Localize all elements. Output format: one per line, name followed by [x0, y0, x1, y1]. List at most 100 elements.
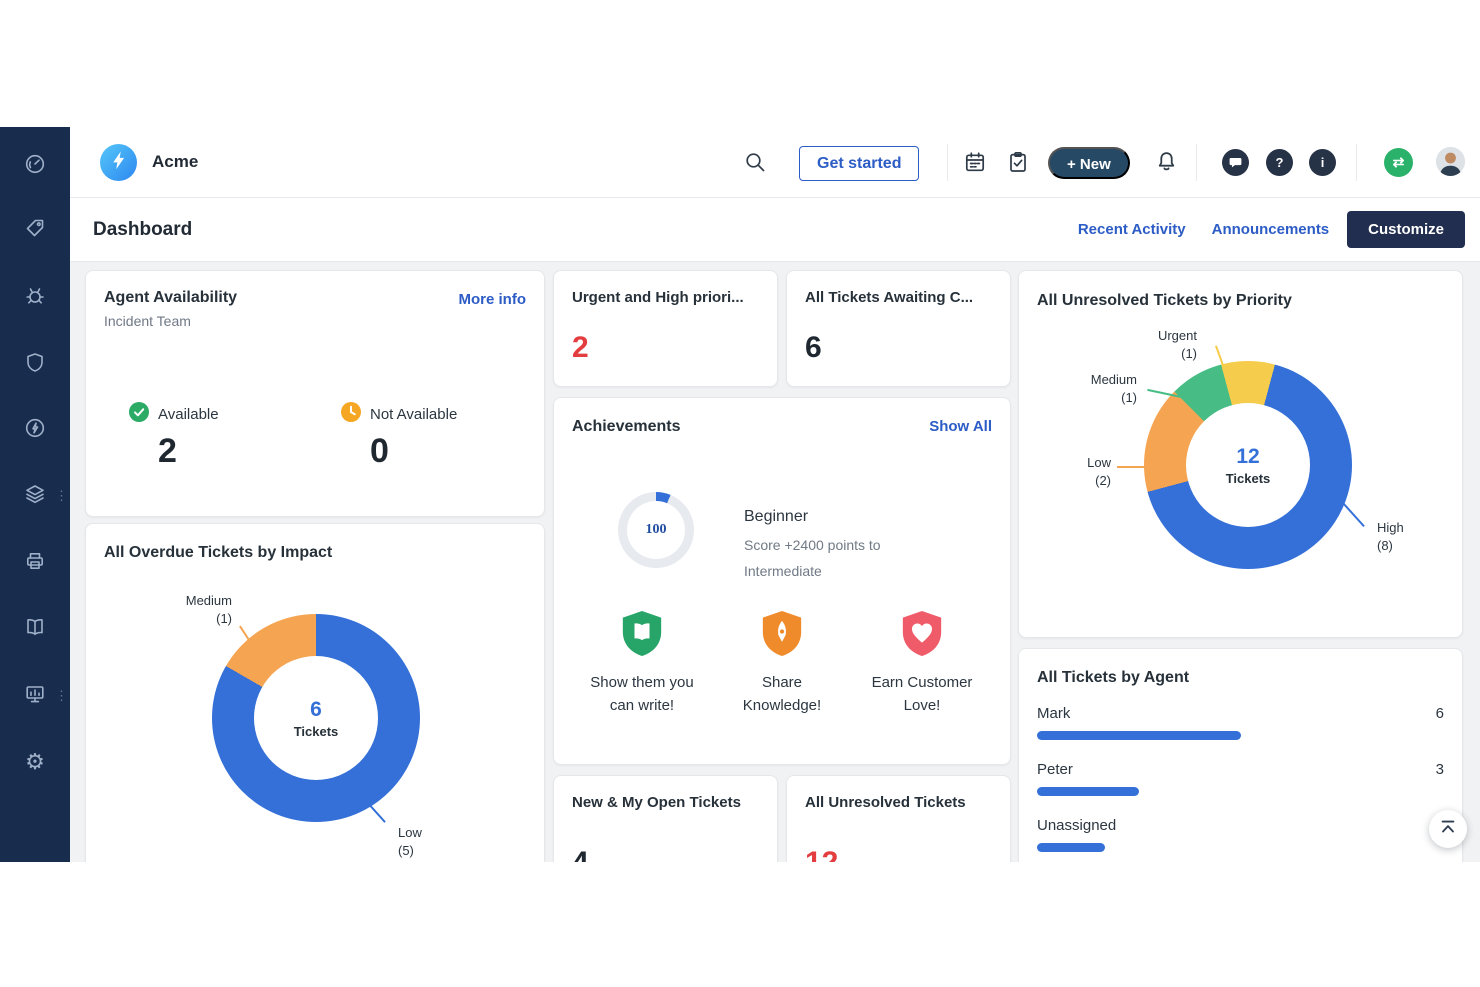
topbar-divider	[947, 144, 948, 181]
analytics-kebab-icon[interactable]: ⋮	[55, 689, 65, 702]
urgent-high-card: Urgent and High priori... 2	[553, 270, 778, 387]
tasks-clipboard-icon[interactable]	[1007, 151, 1029, 178]
more-info-link[interactable]: More info	[459, 291, 527, 308]
awaiting-card: All Tickets Awaiting C... 6	[786, 270, 1011, 387]
card-title: Achievements	[572, 418, 681, 436]
bell-icon[interactable]	[1155, 150, 1178, 178]
brand-name: Acme	[152, 152, 198, 172]
topbar-divider	[1356, 144, 1357, 181]
calendar-icon[interactable]	[964, 151, 986, 178]
card-title: All Tickets Awaiting C...	[805, 289, 996, 306]
help-icon[interactable]: ?	[1266, 149, 1293, 176]
customize-button[interactable]: Customize	[1347, 211, 1465, 248]
not-available-value: 0	[370, 432, 457, 471]
changes-bolt-icon	[24, 417, 46, 444]
leader-line-low	[1117, 466, 1147, 468]
agent-ticket-count: 6	[1436, 705, 1444, 722]
topbar: Acme Get started + New ? i	[70, 127, 1480, 198]
sidebar-item-tickets[interactable]	[0, 215, 70, 245]
analytics-icon	[24, 683, 46, 710]
shield-icon	[24, 351, 46, 378]
segment-label-urgent: Urgent(1)	[1127, 327, 1197, 362]
impact-donut-chart: 6 Tickets	[212, 614, 420, 822]
agent-bar	[1037, 731, 1241, 740]
write-badge-icon	[622, 610, 662, 662]
segment-label-medium: Medium(1)	[166, 592, 232, 627]
badge-love: Earn CustomerLove!	[857, 610, 987, 717]
segment-label-low: Low(5)	[398, 824, 448, 859]
not-available-clock-icon	[341, 402, 361, 426]
sidebar-item-incidents[interactable]	[0, 282, 70, 312]
agent-name: Peter	[1037, 761, 1073, 778]
bolt-icon	[105, 147, 132, 179]
card-title: New & My Open Tickets	[572, 794, 763, 811]
tickets-tag-icon	[24, 217, 46, 244]
sidebar-item-releases[interactable]	[0, 548, 70, 578]
app-switcher-icon[interactable]: ⇄	[1384, 148, 1413, 177]
segment-label-high: High(8)	[1377, 519, 1437, 554]
sidebar: ⋮ ⋮ ⚙	[0, 127, 70, 862]
donut-center-value: 12	[1236, 445, 1259, 469]
new-button[interactable]: + New	[1048, 147, 1130, 179]
assets-kebab-icon[interactable]: ⋮	[55, 489, 65, 502]
card-title: All Unresolved Tickets	[805, 794, 996, 811]
layers-icon	[24, 483, 46, 510]
available-label: Available	[158, 406, 219, 423]
donut-center-label: Tickets	[294, 724, 339, 739]
announcements-link[interactable]: Announcements	[1212, 221, 1330, 238]
agent-bar	[1037, 787, 1139, 796]
printer-icon	[24, 550, 46, 577]
tickets-by-agent-card: All Tickets by Agent Mark 6 Peter 3	[1018, 648, 1463, 862]
new-open-card: New & My Open Tickets 4	[553, 775, 778, 862]
all-unresolved-card: All Unresolved Tickets 12	[786, 775, 1011, 862]
agent-row: Peter 3	[1037, 761, 1444, 796]
show-all-link[interactable]: Show All	[929, 418, 992, 435]
dashboard-header: Dashboard Recent Activity Announcements …	[70, 198, 1480, 262]
card-title: Agent Availability	[104, 289, 237, 307]
book-icon	[24, 616, 46, 643]
agent-name: Unassigned	[1037, 817, 1116, 834]
main-area: Acme Get started + New ? i	[70, 127, 1480, 862]
love-badge-icon	[902, 610, 942, 662]
app-window: ⋮ ⋮ ⚙ Acme Get started	[0, 127, 1480, 862]
chat-icon[interactable]	[1222, 149, 1249, 176]
leader-line-high	[1339, 499, 1365, 527]
badge-knowledge: ShareKnowledge!	[717, 610, 847, 717]
sidebar-item-changes[interactable]	[0, 415, 70, 445]
agent-ticket-count: 3	[1436, 761, 1444, 778]
dashboard-content: Agent Availability Incident Team More in…	[70, 262, 1480, 862]
recent-activity-link[interactable]: Recent Activity	[1078, 221, 1186, 238]
card-title: All Overdue Tickets by Impact	[104, 544, 332, 562]
available-stat: Available 2	[129, 402, 219, 471]
brand-logo[interactable]	[100, 144, 137, 181]
donut-center-value: 6	[310, 698, 322, 722]
get-started-button[interactable]: Get started	[799, 146, 919, 181]
settings-gear-icon: ⚙	[25, 751, 45, 773]
sidebar-item-problems[interactable]	[0, 349, 70, 379]
info-icon[interactable]: i	[1309, 149, 1336, 176]
bug-icon	[24, 284, 46, 311]
sidebar-item-settings[interactable]: ⚙	[0, 747, 70, 777]
achievement-level: Beginner	[744, 508, 808, 526]
topbar-divider	[1196, 144, 1197, 181]
overdue-by-impact-card: All Overdue Tickets by Impact 6 Tickets …	[85, 523, 545, 862]
score-ring-chart: 100	[618, 492, 694, 568]
unresolved-by-priority-card: All Unresolved Tickets by Priority 12 Ti…	[1018, 270, 1463, 638]
scroll-to-top-button[interactable]	[1429, 810, 1467, 848]
search-icon[interactable]	[744, 151, 767, 179]
agent-row: Mark 6	[1037, 705, 1444, 740]
achievement-score-text: Score +2400 points to Intermediate	[744, 532, 881, 584]
sidebar-item-home[interactable]	[0, 151, 70, 181]
sidebar-item-knowledge[interactable]	[0, 614, 70, 644]
badge-write: Show them youcan write!	[577, 610, 707, 717]
agent-row: Unassigned	[1037, 817, 1444, 852]
available-value: 2	[158, 432, 219, 471]
knowledge-badge-icon	[762, 610, 802, 662]
card-title: All Tickets by Agent	[1037, 669, 1189, 687]
home-gauge-icon	[24, 153, 46, 180]
all-unresolved-value: 12	[805, 846, 838, 862]
not-available-stat: Not Available 0	[341, 402, 457, 471]
score-value: 100	[646, 522, 667, 538]
user-avatar[interactable]	[1436, 147, 1465, 176]
segment-label-low: Low(2)	[1059, 454, 1111, 489]
